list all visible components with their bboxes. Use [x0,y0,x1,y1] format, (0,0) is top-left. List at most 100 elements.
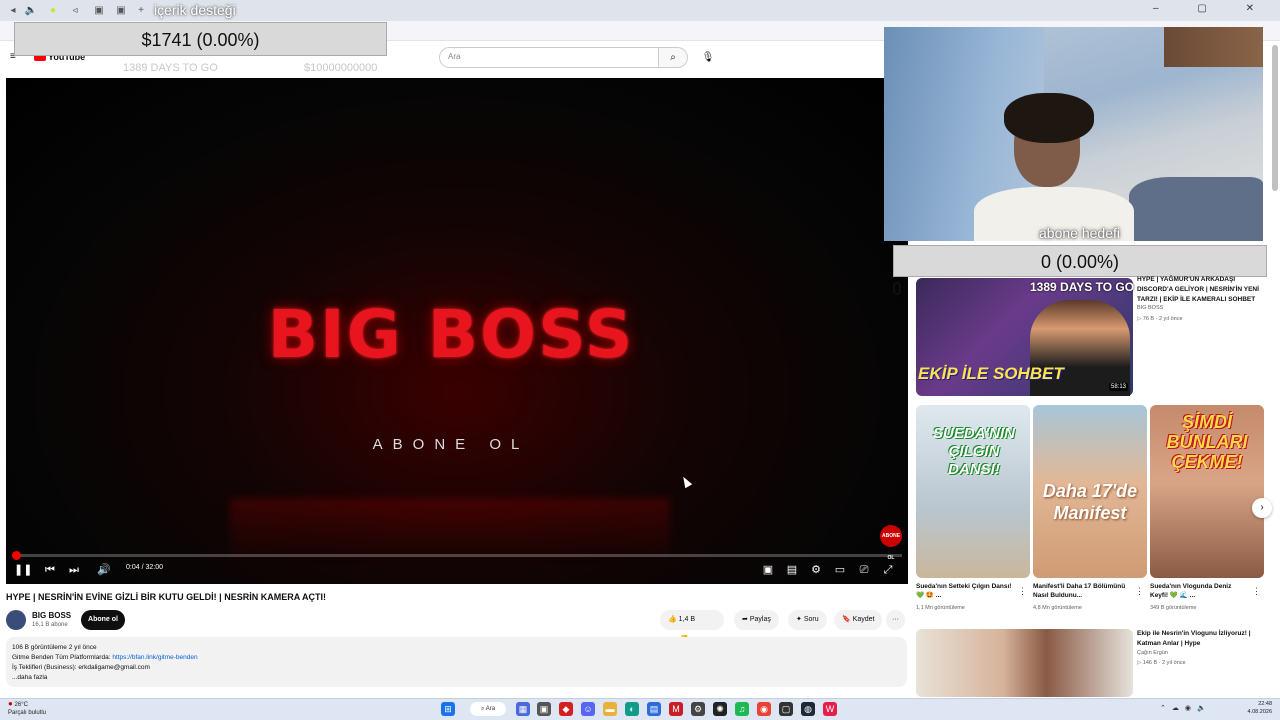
app-icon[interactable]: ▢ [779,702,793,716]
app-icon[interactable]: ◆ [559,702,573,716]
like-dislike-button[interactable]: 👍 1,4 B 👎 [660,610,724,643]
recommended-video-title[interactable]: HYPE | YAĞMUR'UN ARKADAŞI DISCORD'A GELİ… [1137,275,1263,305]
theater-button[interactable]: ▭ [832,563,848,577]
clock-date: 4.08.2026 [1247,709,1272,715]
subscriber-goal-label: abone hedefi [1039,225,1120,241]
voice-search-button[interactable]: 🎙 [698,48,718,68]
mcafee-icon[interactable]: M [669,702,683,716]
tab-favicon-icon[interactable]: ● [46,4,60,17]
more-actions-button[interactable]: ··· [886,610,905,630]
description-box[interactable]: 106 B görüntüleme 2 yıl önce Gitme Bende… [6,637,907,687]
volume-button[interactable]: 🔊 [96,563,112,577]
short-thumbnail-text: ŞİMDİ BUNLARI ÇEKME! [1166,412,1248,472]
subscribe-button[interactable]: Abone ol [81,610,125,630]
channel-name[interactable]: BIG BOSS [32,611,71,620]
recommended-video-channel[interactable]: Çağın Ergün [1137,650,1168,656]
description-more[interactable]: ...daha fazla [12,673,901,683]
taskbar-search-label: Ara [485,706,496,712]
mute-icon[interactable]: ◃ [68,4,82,17]
microphone-icon: 🎙 [701,52,715,63]
share-button[interactable]: ➦ Paylaş [734,610,779,630]
system-tray-icons[interactable]: ⌃☁◉🔈 [1160,704,1212,712]
description-link[interactable]: https://bfan.link/gitme-benden [112,654,197,661]
tab-icon[interactable]: ▣ [92,4,106,17]
days-to-go-ghost: 1389 DAYS TO GO [123,62,218,74]
webcam-person-hair [1004,93,1094,143]
window-controls[interactable]: – ▢ ✕ [1153,3,1272,14]
sparkle-icon: ✦ [796,616,802,623]
recommended-video-thumbnail[interactable] [916,629,1133,697]
channel-avatar[interactable] [6,610,26,630]
spotify-icon[interactable]: ♫ [735,702,749,716]
volume-icon: 🔊 [97,564,111,576]
channel-watermark[interactable]: ABONE OL [880,525,902,561]
video-duration: 58:13 [1109,383,1129,391]
page-scrollbar[interactable] [1272,45,1278,191]
save-label: Kaydet [852,616,875,623]
settings-button[interactable]: ⚙ [808,563,824,577]
short-menu-icon[interactable]: ⋮ [1135,586,1144,597]
fullscreen-button[interactable]: ⤢ [880,563,896,577]
overlay-title: içerik desteği [154,2,236,18]
previous-button[interactable]: ⏮ [42,563,58,577]
cast-button[interactable]: ⎚ [856,563,872,577]
save-button[interactable]: 🔖 Kaydet [834,610,883,630]
short-views: 1,1 Mn görüntüleme [916,605,965,611]
search-input[interactable]: Ara [439,47,659,68]
file-explorer-icon[interactable]: ▬ [603,702,617,716]
chrome-icon[interactable]: ◉ [757,702,771,716]
app-icon[interactable]: ✺ [713,702,727,716]
weather-widget[interactable]: ● 26°C Parçalı bulutlu [8,700,46,717]
description-line1-text: Gitme Benden Tüm Platformlarda: [12,654,111,661]
description-line2: İş Teklifleri (Business): erkdaligame@gm… [12,664,150,671]
short-menu-icon[interactable]: ⋮ [1252,586,1261,597]
time-display: 0:04 / 32:00 [126,564,163,571]
widgets-icon[interactable]: ▦ [516,702,530,716]
back-icon[interactable]: ◂ [6,4,20,17]
task-view-icon[interactable]: ▣ [537,702,551,716]
short-title[interactable]: Manifest'li Daha 17 Bölümünü Nasıl Buldu… [1033,582,1133,600]
money-goal-ghost: $10000000000 [304,62,378,74]
weather-icon: ● [8,699,13,708]
subscriber-goal-counter: 0 (0.00%) [893,245,1267,277]
short-title[interactable]: Sueda'nın Setteki Çılgın Dansı! 💚 🤩 ... [916,582,1016,600]
search-button[interactable]: ⌕ [659,47,688,68]
pause-button[interactable]: ❚❚ [14,563,32,577]
clock[interactable]: 22:48 4.08.2026 [1236,700,1272,716]
settings-icon[interactable]: ⚙ [691,702,705,716]
fullscreen-icon: ⤢ [883,564,893,576]
progress-scrubber[interactable] [12,551,21,560]
tab-icon[interactable]: ▣ [114,4,128,17]
search-icon: ⌕ [480,706,485,712]
edge-icon[interactable]: ◐ [625,702,639,716]
app-icon[interactable]: W [823,702,837,716]
new-tab-icon[interactable]: + [134,4,148,17]
progress-track[interactable] [14,554,902,557]
speaker-icon[interactable]: 🔈 [24,4,38,17]
short-thumbnail-text: SUEDA'NIN ÇILGIN DANSI! [933,425,1015,478]
more-icon: ··· [892,616,899,623]
video-art-title: BIG BOSS [267,296,635,373]
subtitles-button[interactable]: ▤ [784,563,800,577]
short-title[interactable]: Sueda'nın Vlogunda Deniz Keyfi! 💚 🌊 ... [1150,582,1250,600]
recommended-video-meta: ▷ 146 B · 2 yıl önce [1137,660,1186,666]
gear-icon: ⚙ [811,564,821,576]
taskbar [0,698,1280,720]
start-icon[interactable]: ⊞ [441,702,455,716]
recommended-video-title[interactable]: Ekip ile Nesrin'in Vlogunu İzliyoruz! | … [1137,629,1263,649]
money-counter: $1741 (0.00%) [14,22,387,56]
steam-icon[interactable]: ◍ [801,702,815,716]
ask-label: Soru [803,616,819,623]
shorts-next-button[interactable]: › [1252,498,1272,518]
store-icon[interactable]: ▤ [647,702,661,716]
taskbar-search[interactable]: ⌕ Ara [470,702,506,716]
webcam-background [1164,27,1263,67]
recommended-video-channel[interactable]: BIG BOSS [1137,305,1163,311]
short-menu-icon[interactable]: ⋮ [1018,586,1027,597]
miniplayer-button[interactable]: ▣ [760,563,776,577]
zero-counter: 0 [892,279,903,299]
next-button[interactable]: ⏭ [66,563,82,577]
like-count: 1,4 B [678,616,696,623]
ask-button[interactable]: ✦ Soru [788,610,827,630]
teams-icon[interactable]: ☺ [581,702,595,716]
